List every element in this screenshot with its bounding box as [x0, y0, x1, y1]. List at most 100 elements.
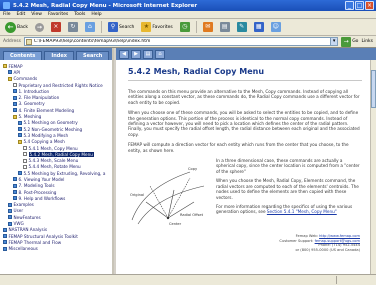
- favorites-label: Favorites: [152, 24, 173, 30]
- minimize-button[interactable]: _: [345, 1, 354, 10]
- diagram-label-original: Original: [130, 193, 144, 197]
- tab-index[interactable]: Index: [44, 50, 74, 60]
- book-icon: [13, 177, 17, 182]
- close-button[interactable]: ×: [365, 1, 374, 10]
- stop-button[interactable]: ×: [49, 21, 63, 34]
- book-icon: [13, 196, 17, 201]
- ie-icon: [3, 2, 10, 9]
- home-topic-button[interactable]: ⌂: [155, 49, 165, 59]
- book-icon: [13, 108, 17, 113]
- print-button[interactable]: ▤: [218, 21, 232, 34]
- paragraph: In a three dimensional case, these comma…: [216, 158, 360, 174]
- previous-topic-button[interactable]: ◀: [119, 49, 129, 59]
- femap-web-link[interactable]: http://www.femap.com: [319, 234, 360, 238]
- home-icon: ⌂: [84, 22, 95, 32]
- mail-button[interactable]: ✉: [201, 21, 215, 34]
- tree-item-label: 5.3 Modifying a Mesh: [23, 132, 69, 138]
- search-icon: ⚲: [107, 22, 118, 32]
- vertical-scrollbar[interactable]: [370, 60, 376, 274]
- book-icon: [18, 127, 22, 132]
- section-link[interactable]: Section 5.4.1 "Mesh, Copy Menu": [267, 209, 337, 214]
- book-icon: [8, 70, 12, 75]
- tab-search[interactable]: Search: [76, 50, 110, 60]
- print-icon: ▤: [219, 22, 230, 32]
- refresh-button[interactable]: ↻: [66, 21, 80, 34]
- next-topic-button[interactable]: ▶: [131, 49, 141, 59]
- menu-favorites[interactable]: Favorites: [48, 12, 68, 17]
- heading-divider: [128, 80, 362, 81]
- status-bar: [0, 274, 376, 285]
- tree-item-label: FEMAP Structural Analysis Toolkit: [8, 233, 78, 239]
- messenger-icon: ☺: [270, 22, 281, 32]
- maximize-button[interactable]: □: [355, 1, 364, 10]
- messenger-button[interactable]: ☺: [269, 21, 283, 34]
- forward-button[interactable]: →: [33, 21, 46, 34]
- open-book-icon: [13, 114, 17, 119]
- book-icon: [13, 190, 17, 195]
- window-title: 5.4.2 Mesh, Radial Copy Menu - Microsoft…: [13, 2, 198, 9]
- page-icon: [13, 83, 17, 88]
- book-icon: [8, 221, 12, 226]
- go-button[interactable]: → Go: [341, 36, 358, 47]
- support-email-link[interactable]: femap-support@ugs.com: [315, 239, 360, 243]
- book-icon: [8, 215, 12, 220]
- paragraph: When you choose one of these commands, y…: [128, 110, 360, 137]
- tree-item-label: 6. Viewing Your Model: [18, 176, 65, 182]
- print-topic-button[interactable]: ▤: [143, 49, 153, 59]
- footer-label: Customer Support:: [279, 238, 314, 243]
- menu-view[interactable]: View: [31, 12, 42, 17]
- history-button[interactable]: ◷: [178, 21, 192, 34]
- radial-copy-diagram: Center Original Copy Radial Offset: [130, 167, 205, 226]
- home-button[interactable]: ⌂: [83, 21, 97, 34]
- address-input[interactable]: C:\FEMAP93\help\contents\femap93\help\in…: [23, 37, 339, 46]
- book-icon: [13, 95, 17, 100]
- paragraph: The commands on this menu provide an alt…: [128, 89, 360, 105]
- menu-edit[interactable]: Edit: [17, 12, 26, 17]
- book-icon: [18, 133, 22, 138]
- back-button[interactable]: ← Back: [3, 21, 30, 34]
- tree-item-label: 9. Help and Workflows: [18, 195, 66, 201]
- page-icon: [23, 158, 27, 163]
- tree-item-label: 3. Geometry: [18, 101, 45, 107]
- forward-arrow-icon: →: [34, 22, 44, 32]
- tree-item-label: 8. Post-Processing: [18, 189, 57, 195]
- edit-button[interactable]: ✎: [235, 21, 249, 34]
- footer-label: Femap Web:: [295, 234, 318, 238]
- page-icon: [23, 146, 27, 150]
- tree-item-label: 5.2 Non-Geometric Meshing: [23, 126, 83, 132]
- tree-item-label: NASTRAN Analysis: [8, 227, 48, 233]
- book-icon: [3, 240, 7, 245]
- title-bar: 5.4.2 Mesh, Radial Copy Menu - Microsoft…: [0, 0, 376, 11]
- paragraph: When you choose the Mesh, Radial Copy, E…: [216, 178, 359, 200]
- menu-help[interactable]: Help: [91, 12, 101, 17]
- menu-file[interactable]: File: [3, 12, 11, 17]
- tree-item-label: 5.4 Copying a Mesh: [23, 139, 65, 145]
- search-button[interactable]: ⚲ Search: [106, 21, 136, 34]
- nav-tab-bar: Contents Index Search ⇆: [0, 48, 127, 60]
- tree-item-label: VWG: [13, 221, 24, 227]
- favorites-button[interactable]: ★ Favorites: [139, 21, 174, 34]
- chevron-down-icon[interactable]: ▾: [330, 38, 338, 45]
- tab-contents[interactable]: Contents: [3, 50, 43, 60]
- topic-pane: ◀ ▶ ▤ ⌂ 5.4.2 Mesh, Radial Copy Menu The…: [116, 48, 376, 274]
- discuss-button[interactable]: ▦: [252, 21, 266, 34]
- menu-tools[interactable]: Tools: [74, 12, 85, 17]
- back-arrow-icon: ←: [5, 21, 16, 33]
- open-book-icon: [18, 139, 22, 144]
- tree-item[interactable]: Miscellaneous: [3, 246, 112, 252]
- tree-item-label: 1. Introduction: [18, 88, 50, 94]
- tree-item-label: FEMAP Thermal and Flow: [8, 239, 62, 245]
- book-icon: [13, 183, 17, 188]
- tree-item[interactable]: Proprietary and Restricted Rights Notice: [3, 82, 112, 88]
- book-icon: [8, 208, 12, 213]
- links-button[interactable]: Links: [361, 39, 373, 44]
- scrollbar-thumb[interactable]: [371, 70, 376, 108]
- page-icon: [23, 152, 27, 157]
- toolbar-separator: [195, 21, 197, 33]
- topic-content: 5.4.2 Mesh, Radial Copy Menu The command…: [116, 60, 370, 274]
- tree-item-label: 5.1 Meshing on Geometry: [23, 120, 78, 126]
- book-icon: [13, 89, 17, 94]
- menu-bar: File Edit View Favorites Tools Help: [0, 11, 376, 19]
- book-icon: [3, 227, 7, 232]
- tree-item-label: FEMAP: [8, 63, 23, 69]
